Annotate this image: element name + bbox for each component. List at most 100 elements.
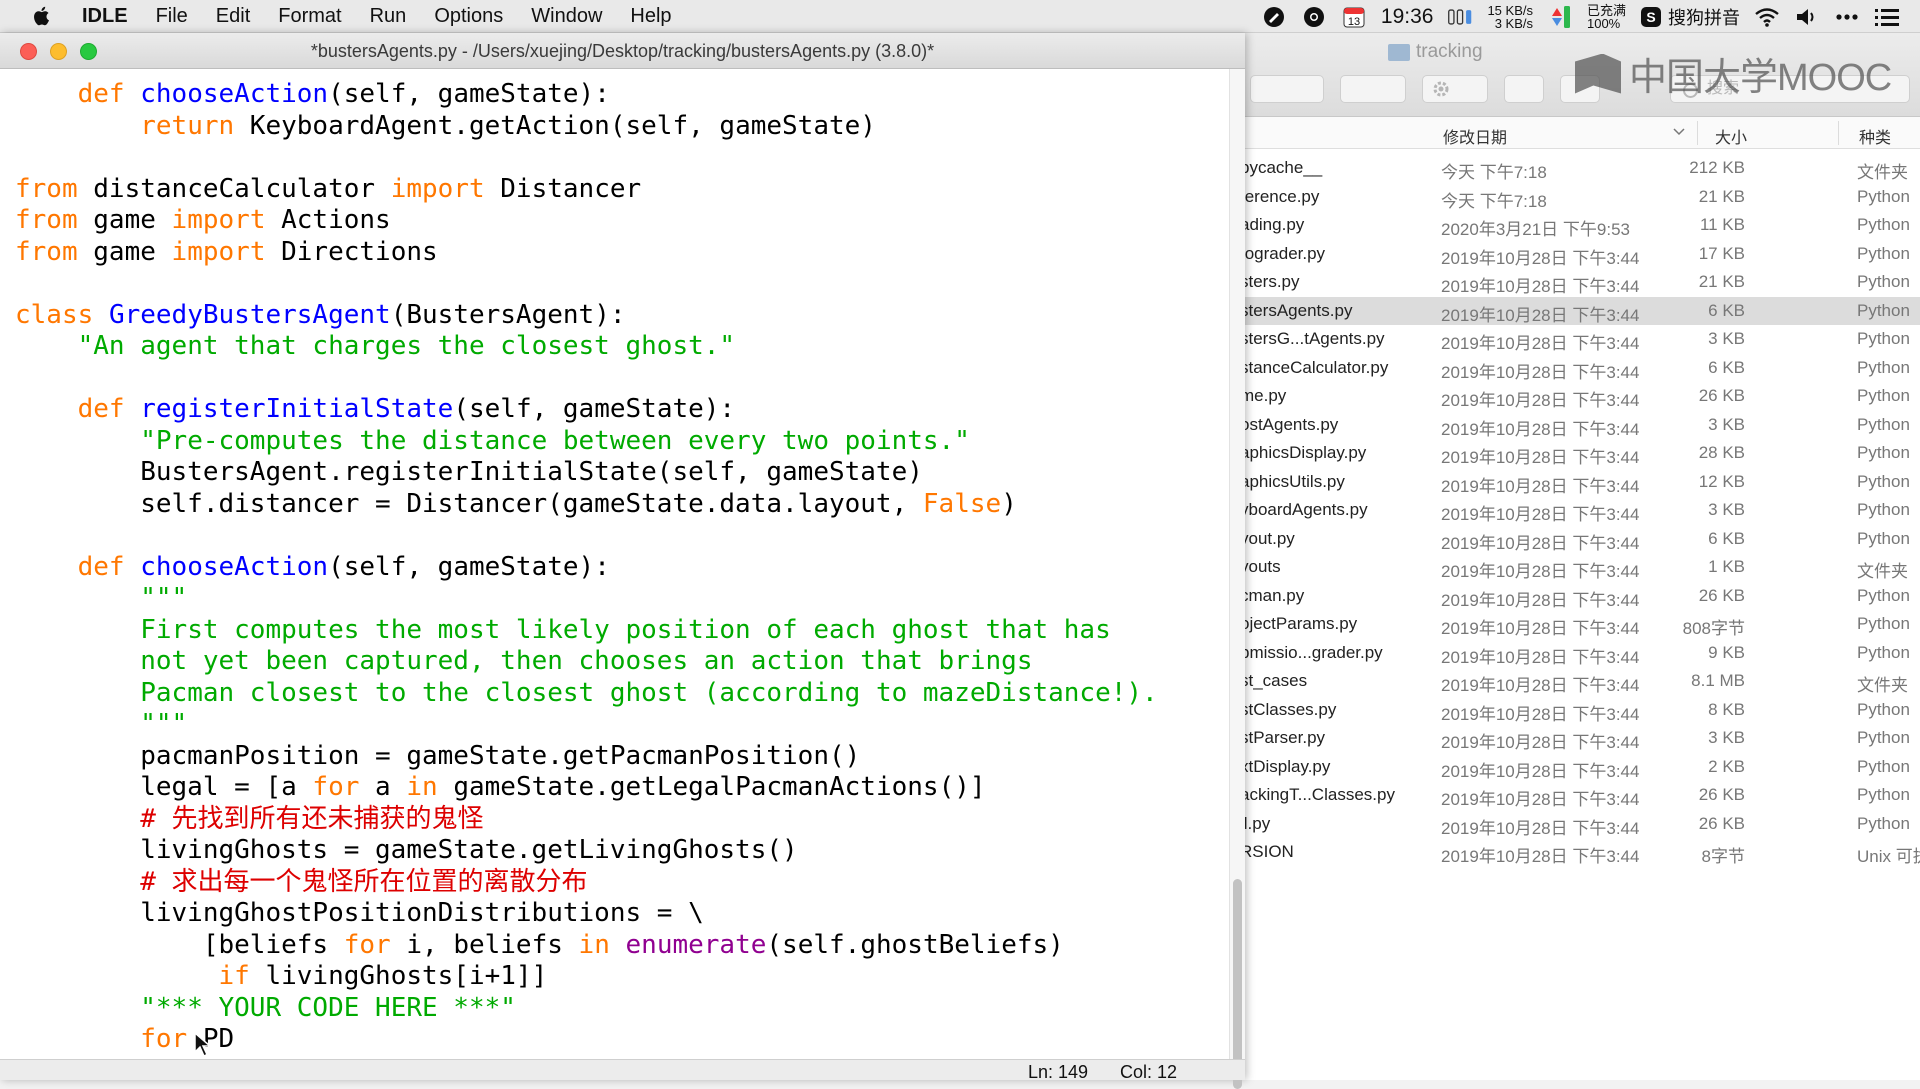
view-toggle-button[interactable] xyxy=(1250,75,1324,103)
wifi-icon[interactable] xyxy=(1754,4,1780,30)
code-line: class GreedyBustersAgent(BustersAgent): xyxy=(15,300,1158,332)
file-row[interactable]: me.py 2019年10月28日 下午3:44 26 KB Python xyxy=(1240,382,1920,411)
file-row[interactable]: ference.py 今天 下午7:18 21 KB Python xyxy=(1240,183,1920,212)
file-date: 2019年10月28日 下午3:44 xyxy=(1441,391,1640,410)
more-icon[interactable] xyxy=(1834,4,1860,30)
column-size[interactable]: 大小 xyxy=(1715,124,1747,148)
file-row[interactable]: aphicsDisplay.py 2019年10月28日 下午3:44 28 KB P… xyxy=(1240,439,1920,468)
code-line: """ xyxy=(15,709,1158,741)
battery-icon[interactable] xyxy=(1547,4,1573,30)
file-size: 17 KB xyxy=(1698,243,1745,263)
file-kind: Python xyxy=(1857,443,1910,462)
file-date: 2019年10月28日 下午3:44 xyxy=(1441,305,1640,325)
editor-scrollbar[interactable] xyxy=(1229,69,1245,1089)
file-row[interactable]: xtDisplay.py 2019年10月28日 下午3:44 2 KB Python xyxy=(1240,753,1920,782)
code-token: pacmanPosition = gameState.getPacmanPosi… xyxy=(15,740,861,771)
file-row[interactable]: sters.py 2019年10月28日 下午3:44 21 KB Python xyxy=(1240,268,1920,297)
code-token: GreedyBustersAgent xyxy=(108,299,391,330)
file-row[interactable]: ostAgents.py 2019年10月28日 下午3:44 3 KB Python xyxy=(1240,411,1920,440)
code-token: for xyxy=(140,1024,188,1054)
file-row[interactable]: stClasses.py 2019年10月28日 下午3:44 8 KB Python xyxy=(1240,696,1920,725)
file-row[interactable]: stanceCalculator.py 2019年10月28日 下午3:44 6 K… xyxy=(1240,354,1920,383)
file-row[interactable]: cman.py 2019年10月28日 下午3:44 26 KB Python xyxy=(1240,582,1920,611)
column-date[interactable]: 修改日期 xyxy=(1443,124,1507,148)
file-row[interactable]: stersAgents.py 2019年10月28日 下午3:44 6 KB Pyth… xyxy=(1240,296,1920,325)
code-token: enumerate xyxy=(625,929,767,960)
file-kind: Python xyxy=(1857,528,1910,548)
list-icon[interactable] xyxy=(1874,4,1900,30)
file-row[interactable]: ading.py 2020年3月21日 下午9:53 11 KB Python xyxy=(1240,211,1920,240)
file-name: cman.py xyxy=(1240,585,1305,605)
menubar-clock[interactable]: 19:36 xyxy=(1381,5,1434,29)
input-method[interactable]: S 搜狗拼音 xyxy=(1640,4,1740,30)
file-size: 3 KB xyxy=(1708,414,1745,434)
scrollbar-thumb[interactable] xyxy=(1233,879,1242,1089)
file-row[interactable]: tograder.py 2019年10月28日 下午3:44 17 KB Python xyxy=(1240,240,1920,269)
file-size: 28 KB xyxy=(1698,443,1745,462)
battery-status: 已充满 100% xyxy=(1587,4,1626,30)
code-token: def xyxy=(77,394,125,424)
code-editor[interactable]: def chooseAction(self, gameState): retur… xyxy=(8,69,1230,1059)
file-date: 2019年10月28日 下午3:44 xyxy=(1441,733,1640,752)
file-row[interactable]: youts 2019年10月28日 下午3:44 1 KB 文件夹 xyxy=(1240,553,1920,582)
code-line: from game import Directions xyxy=(15,237,1158,269)
file-row[interactable]: il.py 2019年10月28日 下午3:44 26 KB Python xyxy=(1240,810,1920,839)
column-kind[interactable]: 种类 xyxy=(1859,124,1891,148)
action-gear-button[interactable] xyxy=(1422,75,1488,103)
menu-options[interactable]: Options xyxy=(434,5,503,28)
share-button[interactable] xyxy=(1504,75,1544,103)
file-name: stersG...tAgents.py xyxy=(1240,329,1385,348)
volume-icon[interactable] xyxy=(1794,4,1820,30)
file-size: 212 KB xyxy=(1689,158,1745,177)
file-row[interactable]: yout.py 2019年10月28日 下午3:44 6 KB Python xyxy=(1240,525,1920,554)
file-row[interactable]: pycache__ 今天 下午7:18 212 KB 文件夹 xyxy=(1240,154,1920,183)
menu-help[interactable]: Help xyxy=(630,5,671,28)
file-row[interactable]: stParser.py 2019年10月28日 下午3:44 3 KB Python xyxy=(1240,724,1920,753)
code-token: livingGhostPositionDistributions = \ xyxy=(15,898,704,928)
group-button[interactable] xyxy=(1340,75,1406,103)
file-row[interactable]: ojectParams.py 2019年10月28日 下午3:44 808字节 Pyt… xyxy=(1240,610,1920,639)
watermark-text: 中国大学MOOC xyxy=(1629,57,1892,99)
file-name: yout.py xyxy=(1240,528,1295,548)
pen-icon[interactable] xyxy=(1261,4,1287,30)
finder-column-header: 修改日期 大小 种类 xyxy=(1240,117,1920,149)
file-row[interactable]: stersG...tAgents.py 2019年10月28日 下午3:44 3 K… xyxy=(1240,325,1920,354)
file-date: 2019年10月28日 下午3:44 xyxy=(1441,847,1640,866)
menu-run[interactable]: Run xyxy=(370,5,407,28)
menu-window[interactable]: Window xyxy=(531,5,602,28)
menu-format[interactable]: Format xyxy=(278,5,341,28)
menu-app-idle[interactable]: IDLE xyxy=(82,5,128,28)
code-line: "An agent that charges the closest ghost… xyxy=(15,331,1158,363)
mouse-pointer-icon xyxy=(194,1032,212,1058)
file-size: 6 KB xyxy=(1708,300,1745,320)
file-kind: Python xyxy=(1857,500,1910,519)
calendar-icon[interactable]: 13 xyxy=(1341,4,1367,30)
network-speed[interactable]: 15 KB/s 3 KB/s xyxy=(1487,4,1533,30)
file-row[interactable]: st_cases 2019年10月28日 下午3:44 8.1 MB 文件夹 xyxy=(1240,667,1920,696)
file-date: 2019年10月28日 下午3:44 xyxy=(1441,448,1640,467)
file-row[interactable]: yboardAgents.py 2019年10月28日 下午3:44 3 KB Pyt… xyxy=(1240,496,1920,525)
code-token: "An agent that charges the closest ghost… xyxy=(77,331,736,361)
chrome-icon[interactable] xyxy=(1301,4,1327,30)
file-row[interactable]: RSION 2019年10月28日 下午3:44 8字节 Unix 可执 xyxy=(1240,838,1920,867)
code-token: "*** YOUR CODE HERE ***" xyxy=(140,992,516,1023)
menu-edit[interactable]: Edit xyxy=(216,5,250,28)
file-row[interactable]: bmissio...grader.py 2019年10月28日 下午3:44 9 K… xyxy=(1240,639,1920,668)
file-row[interactable]: ackingT...Classes.py 2019年10月28日 下午3:44 26… xyxy=(1240,781,1920,810)
code-token: (self, gameState): xyxy=(328,79,610,109)
memory-icon[interactable] xyxy=(1447,4,1473,30)
code-token: # 求出每一个鬼怪所在位置的离散分布 xyxy=(140,866,588,897)
file-row[interactable]: aphicsUtils.py 2019年10月28日 下午3:44 12 KB Pyt… xyxy=(1240,468,1920,497)
file-name: tograder.py xyxy=(1240,243,1326,263)
apple-logo-icon[interactable] xyxy=(30,4,54,28)
code-token: not yet been captured, then chooses an a… xyxy=(140,646,1033,676)
menu-file[interactable]: File xyxy=(156,5,188,28)
file-kind: 文件夹 xyxy=(1857,562,1908,581)
idle-titlebar[interactable]: *bustersAgents.py - /Users/xuejing/Deskt… xyxy=(0,33,1245,69)
file-date: 2019年10月28日 下午3:44 xyxy=(1441,505,1640,524)
